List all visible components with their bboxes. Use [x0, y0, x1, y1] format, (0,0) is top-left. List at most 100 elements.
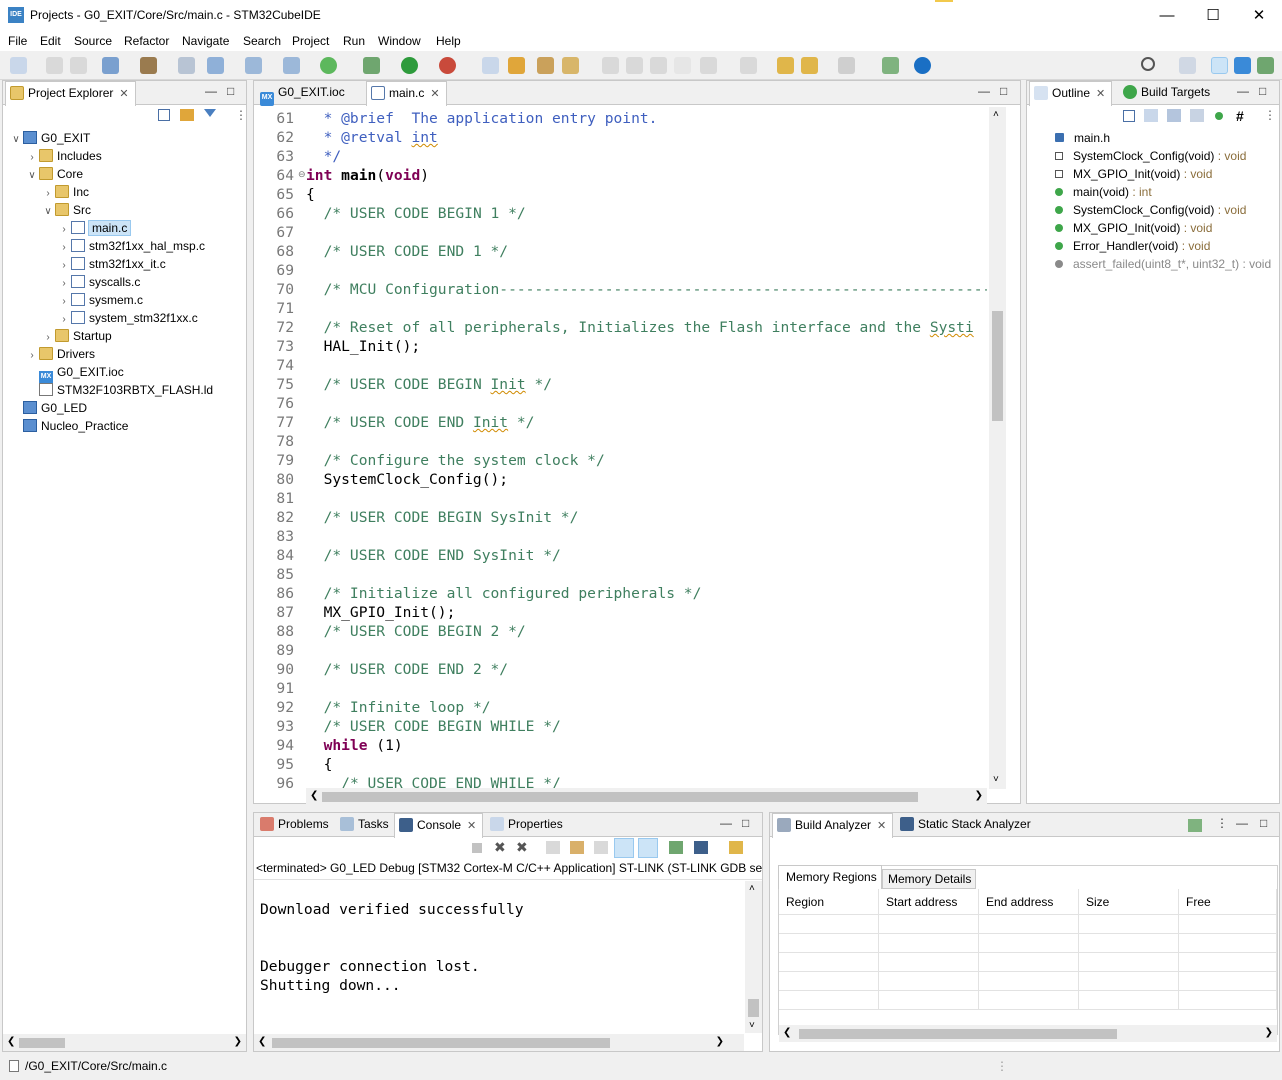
code-line[interactable]: int main(void) — [306, 166, 429, 185]
scroll-left-icon[interactable]: ❮ — [783, 1027, 791, 1038]
tab-main-c[interactable]: main.c ✕ — [366, 81, 447, 106]
scroll-thumb[interactable] — [748, 999, 759, 1017]
minimize-view-icon[interactable]: — — [720, 816, 732, 830]
tab-build-analyzer[interactable]: Build Analyzer ✕ — [772, 813, 894, 838]
console-vertical-scrollbar[interactable]: ˄ ˅ — [745, 881, 762, 1033]
view-menu-icon[interactable]: ⋮ — [1264, 108, 1276, 122]
hide-macros-icon[interactable]: # — [1236, 108, 1244, 124]
refresh-icon[interactable] — [320, 57, 337, 74]
scroll-thumb[interactable] — [992, 311, 1003, 421]
code-line[interactable]: /* USER CODE BEGIN 1 */ — [306, 204, 526, 223]
mx-perspective-icon[interactable] — [1234, 57, 1251, 74]
minimize-button[interactable]: — — [1144, 0, 1190, 31]
close-icon[interactable]: ✕ — [430, 88, 439, 100]
outline-item[interactable]: MX_GPIO_Init(void) : void — [1055, 219, 1212, 237]
tree-item[interactable]: › system_stm32f1xx.c — [57, 309, 198, 327]
minimize-editor-icon[interactable]: — — [978, 84, 990, 98]
save-icon[interactable] — [46, 57, 63, 74]
editor-horizontal-scrollbar[interactable]: ❮ ❯ — [306, 788, 987, 805]
tree-item[interactable]: MX G0_EXIT.ioc — [25, 363, 124, 384]
outline-item[interactable]: SystemClock_Config(void) : void — [1055, 147, 1246, 165]
scroll-down-icon[interactable]: ˅ — [993, 774, 999, 785]
last-edit-icon[interactable] — [777, 57, 794, 74]
block-icon[interactable] — [650, 57, 667, 74]
minimize-view-icon[interactable]: — — [1237, 84, 1249, 98]
terminate-icon[interactable] — [472, 843, 482, 853]
pin-console-icon[interactable] — [669, 841, 683, 854]
console-horizontal-scrollbar[interactable]: ❮ ❯ — [254, 1034, 744, 1051]
outline-item[interactable]: MX_GPIO_Init(void) : void — [1055, 165, 1212, 183]
close-icon[interactable]: ✕ — [119, 88, 128, 100]
subtab-memory-regions[interactable]: Memory Regions — [778, 865, 882, 889]
open-console-icon[interactable] — [729, 841, 743, 854]
code-line[interactable]: /* USER CODE BEGIN WHILE */ — [306, 717, 561, 736]
tree-item[interactable]: G0_LED — [9, 399, 87, 417]
tree-item[interactable]: ∨ G0_EXIT — [9, 129, 90, 147]
hide-fields-icon[interactable] — [1167, 109, 1181, 122]
menu-file[interactable]: File — [8, 34, 27, 48]
code-line[interactable]: /* Infinite loop */ — [306, 698, 491, 717]
code-line[interactable]: /* USER CODE END SysInit */ — [306, 546, 561, 565]
code-line[interactable]: /* USER CODE END WHILE */ — [306, 774, 561, 789]
prev-annotation-icon[interactable] — [740, 57, 757, 74]
expanded-chevron-icon[interactable]: ∨ — [41, 203, 55, 221]
view-menu-icon[interactable]: ⋮ — [235, 108, 247, 122]
word-wrap-icon[interactable] — [594, 841, 608, 854]
column-header[interactable]: Size — [1079, 889, 1179, 915]
code-line[interactable]: /* USER CODE END 2 */ — [306, 660, 509, 679]
code-line[interactable]: HAL_Init(); — [306, 337, 421, 356]
code-line[interactable]: while (1) — [306, 736, 403, 755]
debug-perspective-icon[interactable] — [1257, 57, 1274, 74]
tree-item[interactable]: › stm32f1xx_it.c — [57, 255, 166, 273]
close-icon[interactable]: ✕ — [1096, 88, 1105, 100]
code-line[interactable]: /* MCU Configuration--------------------… — [306, 280, 987, 299]
remove-launch-icon[interactable]: ✖ — [494, 839, 506, 856]
code-line[interactable]: { — [306, 755, 333, 774]
filter-icon[interactable] — [204, 109, 216, 121]
code-line[interactable]: */ — [306, 147, 342, 166]
save-all-icon[interactable] — [70, 57, 87, 74]
external-tools-icon[interactable] — [439, 57, 456, 74]
scroll-left-icon[interactable]: ❮ — [258, 1036, 266, 1047]
code-line[interactable]: MX_GPIO_Init(); — [306, 603, 456, 622]
tab-outline[interactable]: Outline ✕ — [1029, 81, 1113, 106]
column-header[interactable]: Region — [779, 889, 879, 915]
tab-problems[interactable]: Problems — [256, 813, 335, 837]
settings-gear-icon[interactable] — [102, 57, 119, 74]
code-line[interactable]: SystemClock_Config(); — [306, 470, 509, 489]
scroll-right-icon[interactable]: ❯ — [234, 1036, 242, 1047]
maximize-view-icon[interactable]: □ — [1260, 816, 1267, 830]
tree-item[interactable]: › Inc — [41, 183, 89, 201]
hand-icon[interactable] — [508, 57, 525, 74]
outline-item[interactable]: SystemClock_Config(void) : void — [1055, 201, 1246, 219]
column-header[interactable]: Start address — [879, 889, 979, 915]
code-line[interactable]: /* USER CODE BEGIN Init */ — [306, 375, 552, 394]
close-window-button[interactable]: ✕ — [1236, 0, 1282, 31]
menu-search[interactable]: Search — [243, 34, 281, 48]
new-icon[interactable] — [10, 57, 27, 74]
maximize-editor-icon[interactable]: □ — [1000, 84, 1007, 98]
code-line[interactable]: * @retval int — [306, 128, 438, 147]
code-line[interactable]: /* Configure the system clock */ — [306, 451, 605, 470]
explorer-horizontal-scrollbar[interactable]: ❮ ❯ — [3, 1034, 246, 1051]
expanded-chevron-icon[interactable]: ∨ — [25, 167, 39, 185]
open-perspective-icon[interactable] — [1179, 57, 1196, 74]
subtab-memory-details[interactable]: Memory Details — [882, 869, 976, 889]
edit-icon[interactable] — [602, 57, 619, 74]
run-icon[interactable] — [401, 57, 418, 74]
collapse-all-icon[interactable] — [158, 109, 170, 121]
link-with-editor-icon[interactable] — [180, 109, 194, 121]
scroll-up-icon[interactable]: ˄ — [993, 109, 999, 120]
back-arrow-icon[interactable] — [801, 57, 818, 74]
scroll-right-icon[interactable]: ❯ — [716, 1036, 724, 1047]
tree-item[interactable]: › Includes — [25, 147, 102, 165]
scroll-right-icon[interactable]: ❯ — [1265, 1027, 1273, 1038]
sort-icon[interactable] — [1144, 109, 1158, 122]
clear-console-icon[interactable] — [546, 841, 560, 854]
remove-all-icon[interactable]: ✖ — [516, 839, 528, 856]
close-icon[interactable]: ✕ — [877, 820, 886, 832]
scroll-lock-icon[interactable] — [570, 841, 584, 854]
task-icon[interactable] — [562, 57, 579, 74]
editor-vertical-scrollbar[interactable]: ˄ ˅ — [989, 107, 1006, 789]
minimize-view-icon[interactable]: — — [1236, 816, 1248, 830]
